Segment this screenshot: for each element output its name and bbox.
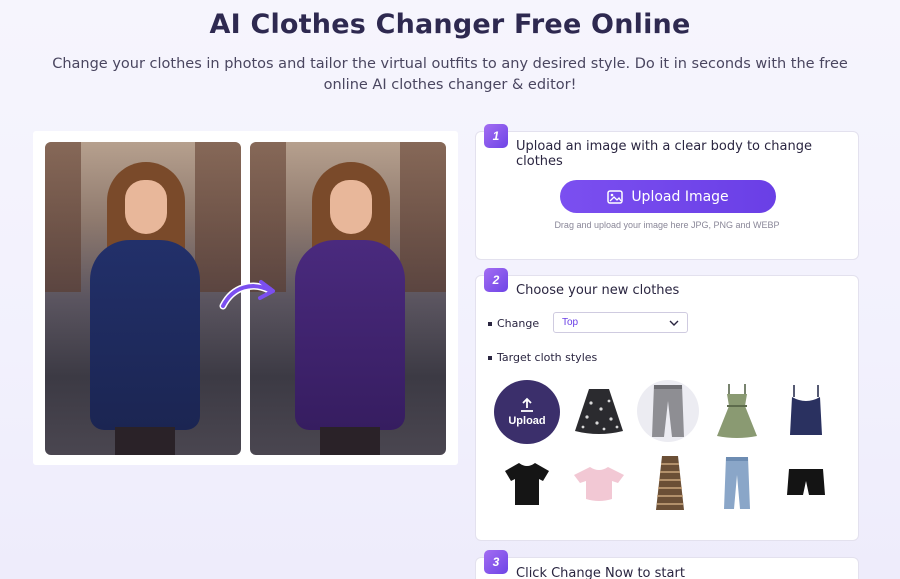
upload-tile-label: Upload [508,415,546,427]
upload-style-tile[interactable]: Upload [494,380,560,444]
navy-camisole-icon [790,385,822,435]
green-sundress-icon [717,384,757,438]
styles-label: Target cloth styles [497,351,598,364]
after-photo [250,142,446,455]
gray-pants-icon [652,385,684,437]
page-subtitle: Change your clothes in photos and tailor… [52,56,848,93]
style-tile-jeans[interactable] [704,452,770,514]
style-tile-striped-dress[interactable] [637,452,703,514]
style-tile-skirt[interactable] [566,380,632,442]
style-tile-sundress[interactable] [704,380,770,442]
style-tile-shorts[interactable] [773,452,839,514]
black-floral-skirt-icon [575,389,623,434]
step3-card: 3 Click Change Now to start [475,550,859,579]
black-shorts-icon [787,469,825,495]
upload-icon [521,397,533,412]
change-label-row: Change [488,317,539,330]
upload-image-label: Upload Image [631,188,729,205]
change-select-value: Top [562,317,579,328]
pink-crop-top-icon [574,467,624,501]
step1-badge: 1 [484,124,508,148]
upload-hint: Drag and upload your image here JPG, PNG… [554,220,780,230]
image-icon [607,189,624,204]
step3-badge: 3 [484,550,508,574]
page-title: AI Clothes Changer Free Online [209,9,691,40]
striped-dress-icon [656,456,684,510]
blue-jeans-icon [724,457,750,509]
step3-title: Click Change Now to start [516,566,685,579]
upload-image-button[interactable]: Upload Image [560,180,776,213]
change-label: Change [497,317,540,330]
step1-card: 1 Upload an image with a clear body to c… [475,124,859,260]
arrow-right-icon [219,280,275,310]
style-tile-pants[interactable] [637,380,699,442]
step2-badge: 2 [484,268,508,292]
style-tile-tshirt[interactable] [494,452,560,514]
style-tile-camisole[interactable] [773,380,839,442]
step1-title: Upload an image with a clear body to cha… [516,139,812,169]
black-tshirt-icon [505,463,549,505]
step2-title: Choose your new clothes [516,283,680,298]
before-photo [45,142,241,455]
before-after-preview [33,131,458,465]
style-tile-crop-top[interactable] [566,452,632,514]
step2-card: 2 Choose your new clothes Change Top Tar… [475,268,859,541]
chevron-down-icon [669,320,679,326]
styles-label-row: Target cloth styles [488,351,597,364]
change-select[interactable]: Top [553,312,688,333]
